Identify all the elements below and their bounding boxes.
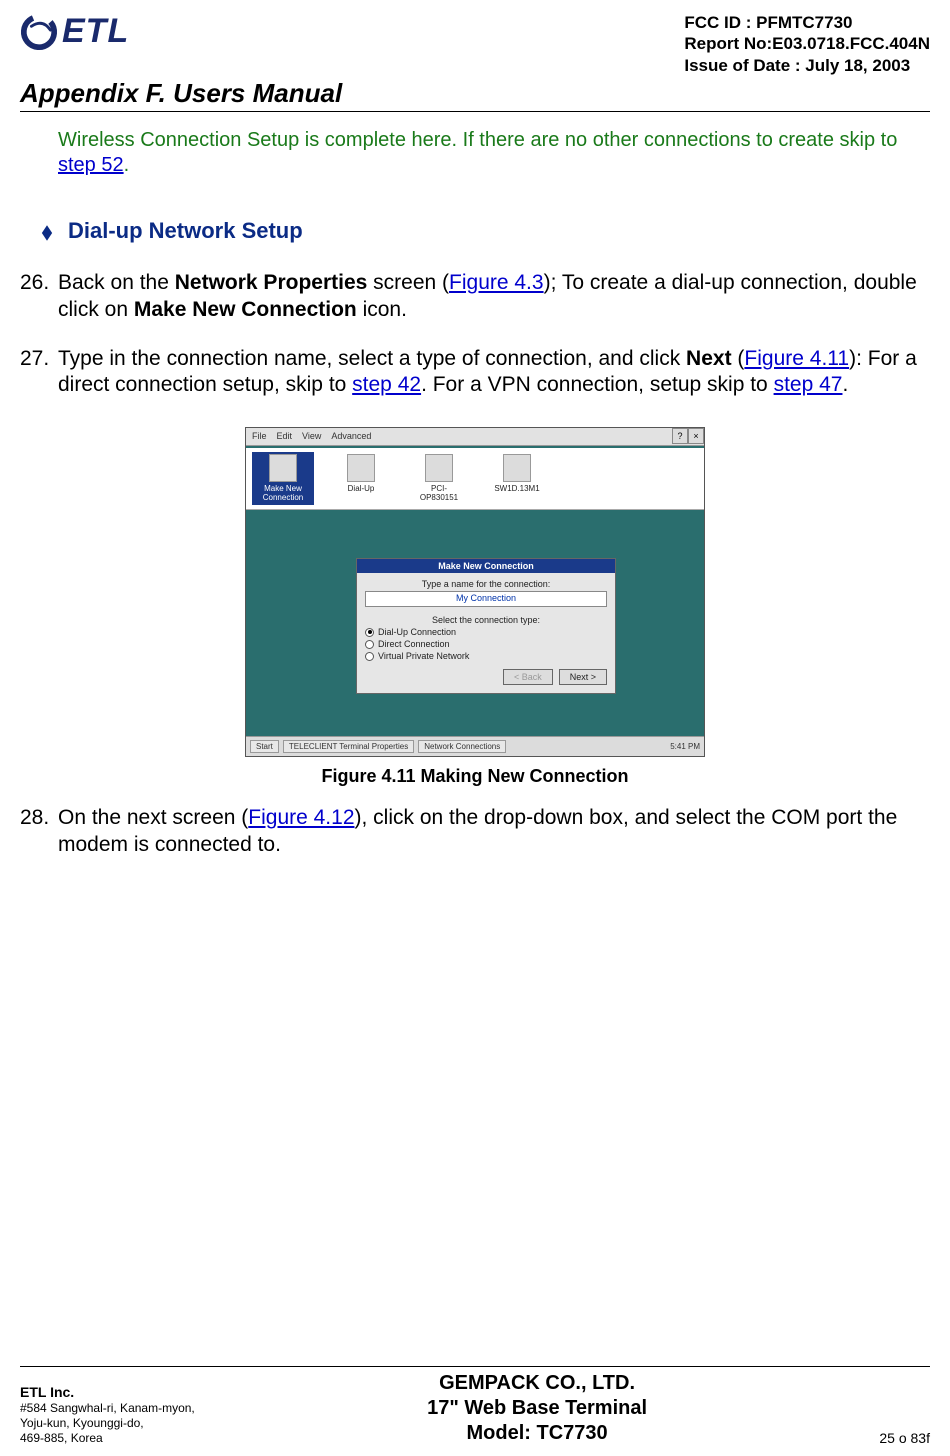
radio-vpn[interactable]: Virtual Private Network	[365, 651, 607, 661]
link-figure-4-3[interactable]: Figure 4.3	[449, 271, 544, 294]
radio-direct[interactable]: Direct Connection	[365, 639, 607, 649]
window-controls: ? ×	[672, 428, 704, 444]
intro-body: Wireless Connection Setup is complete he…	[58, 129, 897, 151]
step-27-text2: (	[732, 347, 745, 370]
step-26-number: 26.	[20, 271, 49, 294]
make-new-connection-dialog: Make New Connection Type a name for the …	[356, 558, 616, 694]
start-button[interactable]: Start	[250, 740, 279, 753]
footer-center-3: Model: TC7730	[427, 1421, 647, 1446]
page-number: 25 o 83f	[879, 1430, 930, 1446]
dialog-title: Make New Connection	[357, 559, 615, 573]
header-meta: FCC ID : PFMTC7730 Report No:E03.0718.FC…	[684, 12, 930, 76]
footer-company: ETL Inc.	[20, 1384, 195, 1402]
step-26-text2: screen (	[367, 271, 449, 294]
step-28-text: On the next screen (	[58, 806, 248, 829]
link-step-42[interactable]: step 42	[352, 373, 421, 396]
screenshot-mock: File Edit View Advanced ? × Make New Con…	[245, 427, 705, 757]
link-figure-4-11[interactable]: Figure 4.11	[744, 347, 849, 370]
step-27-text: Type in the connection name, select a ty…	[58, 347, 686, 370]
step-27: 27. Type in the connection name, select …	[20, 346, 930, 400]
footer-rule	[20, 1366, 930, 1367]
step-27-number: 27.	[20, 347, 49, 370]
footer-left: ETL Inc. #584 Sangwhal-ri, Kanam-myon, Y…	[20, 1384, 195, 1447]
logo-area: ETL	[20, 12, 129, 51]
link-figure-4-12[interactable]: Figure 4.12	[248, 806, 354, 829]
taskbar-clock: 5:41 PM	[670, 742, 700, 751]
footer-center-2: 17" Web Base Terminal	[427, 1396, 647, 1421]
radio-icon	[365, 640, 374, 649]
header-rule	[20, 111, 930, 112]
step-27-bold1: Next	[686, 347, 732, 370]
select-type-label: Select the connection type:	[365, 615, 607, 625]
taskbar-app-2[interactable]: Network Connections	[418, 740, 506, 753]
menubar: File Edit View Advanced	[246, 428, 704, 446]
step-28: 28. On the next screen (Figure 4.12), cl…	[20, 805, 930, 859]
logo-text: ETL	[62, 12, 129, 51]
icon-make-new-connection[interactable]: Make New Connection	[252, 452, 314, 505]
icon-sw1d[interactable]: SW1D.13M1	[486, 452, 548, 505]
figure-caption: Figure 4.11 Making New Connection	[20, 766, 930, 787]
step-26-bold2: Make New Connection	[134, 298, 357, 321]
icon-pci[interactable]: PCI- OP830151	[408, 452, 470, 505]
footer-center-1: GEMPACK CO., LTD.	[427, 1371, 647, 1396]
icon-label: Dial-Up	[348, 484, 375, 493]
section-heading: Dial-up Network Setup	[40, 218, 930, 244]
back-button[interactable]: < Back	[503, 669, 553, 685]
menu-advanced[interactable]: Advanced	[331, 431, 371, 442]
footer-addr1: #584 Sangwhal-ri, Kanam-myon,	[20, 1401, 195, 1416]
footer-addr3: 469-885, Korea	[20, 1431, 195, 1446]
step-26-text: Back on the	[58, 271, 175, 294]
radio-icon	[365, 652, 374, 661]
icon-dialup[interactable]: Dial-Up	[330, 452, 392, 505]
close-button[interactable]: ×	[688, 428, 704, 444]
step-26: 26. Back on the Network Properties scree…	[20, 270, 930, 324]
intro-text: Wireless Connection Setup is complete he…	[58, 128, 930, 178]
icon-label: SW1D.13M1	[494, 484, 539, 493]
footer-addr2: Yoju-kun, Kyounggi-do,	[20, 1416, 195, 1431]
icon-label: PCI- OP830151	[420, 484, 458, 502]
next-button[interactable]: Next >	[559, 669, 607, 685]
icon-label: Make New Connection	[263, 484, 303, 502]
icon-row: Make New Connection Dial-Up PCI- OP83015…	[246, 448, 704, 510]
taskbar-app-1[interactable]: TELECLIENT Terminal Properties	[283, 740, 414, 753]
dialog-prompt: Type a name for the connection:	[365, 579, 607, 589]
taskbar: Start TELECLIENT Terminal Properties Net…	[246, 736, 704, 756]
document-header: ETL FCC ID : PFMTC7730 Report No:E03.071…	[20, 12, 930, 76]
menu-file[interactable]: File	[252, 431, 267, 442]
figure-4-11: File Edit View Advanced ? × Make New Con…	[20, 427, 930, 787]
section-title: Dial-up Network Setup	[68, 218, 303, 244]
step-27-text5: .	[842, 373, 848, 396]
radio-dialup[interactable]: Dial-Up Connection	[365, 627, 607, 637]
connection-name-input[interactable]: My Connection	[365, 591, 607, 607]
appendix-title: Appendix F. Users Manual	[20, 78, 930, 109]
menu-edit[interactable]: Edit	[277, 431, 293, 442]
footer-center: GEMPACK CO., LTD. 17" Web Base Terminal …	[427, 1371, 647, 1446]
intro-after: .	[124, 154, 130, 176]
link-step-47[interactable]: step 47	[774, 373, 843, 396]
fcc-id: FCC ID : PFMTC7730	[684, 12, 930, 33]
radio-icon	[365, 628, 374, 637]
step-26-text4: icon.	[357, 298, 407, 321]
radio-label: Direct Connection	[378, 639, 450, 649]
step-27-text4: . For a VPN connection, setup skip to	[421, 373, 774, 396]
link-step-52[interactable]: step 52	[58, 154, 124, 176]
issue-date: Issue of Date : July 18, 2003	[684, 55, 930, 76]
diamond-bullet-icon	[40, 224, 54, 242]
page-footer: ETL Inc. #584 Sangwhal-ri, Kanam-myon, Y…	[20, 1366, 930, 1446]
radio-label: Virtual Private Network	[378, 651, 469, 661]
etl-logo-icon	[20, 13, 58, 51]
step-26-bold1: Network Properties	[175, 271, 368, 294]
radio-label: Dial-Up Connection	[378, 627, 456, 637]
help-button[interactable]: ?	[672, 428, 688, 444]
step-28-number: 28.	[20, 806, 49, 829]
report-no: Report No:E03.0718.FCC.404N	[684, 33, 930, 54]
menu-view[interactable]: View	[302, 431, 321, 442]
